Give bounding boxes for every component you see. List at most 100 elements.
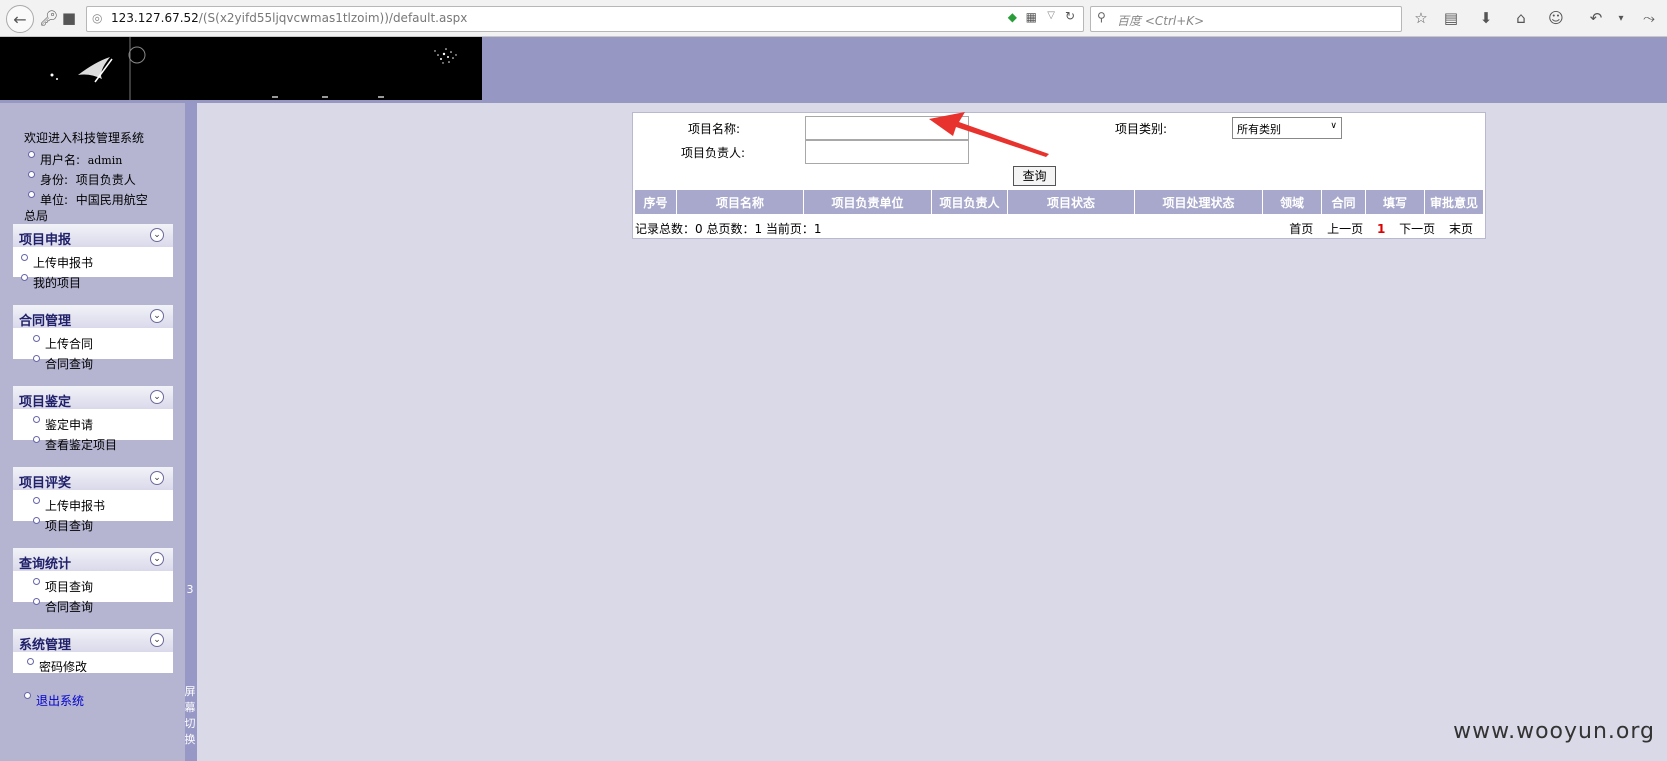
menu-box-header[interactable]: 查询统计 ⌄ [13,548,173,572]
home-icon[interactable]: ⌂ [1510,7,1532,29]
menu-item-upload-award[interactable]: 上传申报书 [33,497,105,514]
shield-icon[interactable]: ◆ [1008,10,1017,24]
unit-value: 中国民用航空 [75,193,148,207]
unit-value-cont: 总局 [24,209,49,223]
column-header: 项目处理状态 [1135,190,1263,214]
bullet-icon [28,191,35,198]
chevron-down-icon: ∨ [1330,121,1337,131]
menu-box-contract: 合同管理 ⌄ 上传合同 合同查询 [13,305,173,371]
query-button[interactable]: 查询 [1013,166,1056,186]
menu-item-upload-contract[interactable]: 上传合同 [33,335,93,352]
screen-switch-toggle[interactable]: 屏 幕 切 换 [184,684,196,748]
column-header: 项目负责单位 [804,190,932,214]
menu-box-appraisal: 项目鉴定 ⌄ 鉴定申请 查看鉴定项目 [13,386,173,452]
menu-box-project-apply: 项目申报 ⌄ 上传申报书 我的项目 [13,224,173,290]
menu-item-contract-query-2[interactable]: 合同查询 [33,598,93,615]
bullet-icon [33,598,40,605]
menu-box-header[interactable]: 项目申报 ⌄ [13,224,173,248]
menu-box-header[interactable]: 项目评奖 ⌄ [13,467,173,491]
url-host: 123.127.67.52 [111,11,199,25]
collapse-chevron-icon[interactable]: ⌄ [150,633,164,647]
unit-info: 单位: 中国民用航空 [28,191,148,208]
search-panel: 项目名称: 项目负责人: 项目类别: 所有类别 ∨ 查询 序号 项目名称 项目负… [632,112,1486,239]
watermark: www.wooyun.org [1453,719,1655,744]
first-page-link[interactable]: 首页 [1289,222,1313,236]
menu-box-header[interactable]: 系统管理 ⌄ [13,629,173,653]
qrcode-icon[interactable]: ▦ [1026,10,1037,24]
bullet-icon [33,497,40,504]
collapse-chevron-icon[interactable]: ⌄ [150,552,164,566]
current-page: 1 [1376,222,1386,236]
project-owner-label: 项目负责人: [681,146,746,160]
search-icon: ⚲ [1097,10,1106,24]
menu-box-award: 项目评奖 ⌄ 上传申报书 项目查询 [13,467,173,533]
collapse-chevron-icon[interactable]: ⌄ [150,471,164,485]
welcome-text: 欢迎进入科技管理系统 [24,131,145,145]
bullet-icon [33,416,40,423]
collapse-chevron-icon[interactable]: ⌄ [150,228,164,242]
logo-image [0,37,482,100]
menu-item-award-query[interactable]: 项目查询 [33,517,93,534]
menu-item-view-appraisal[interactable]: 查看鉴定项目 [33,436,117,453]
splitter-mark: 3 [186,583,194,596]
menu-item-change-password[interactable]: 密码修改 [27,658,87,675]
column-header: 项目名称 [677,190,804,214]
column-header: 序号 [635,190,677,214]
menu-item-upload-application[interactable]: 上传申报书 [21,254,93,271]
search-placeholder: 百度 <Ctrl+K> [1117,14,1205,28]
address-bar[interactable]: ◎ 123.127.67.52/(S(x2yifd55ljqvcwmas1tlz… [86,6,1084,32]
menu-item-appraisal-apply[interactable]: 鉴定申请 [33,416,93,433]
back-button[interactable]: ← [6,5,34,33]
bullet-icon [33,578,40,585]
bullet-icon [33,335,40,342]
url-path: /(S(x2yifd55ljqvcwmas1tlzoim))/default.a… [198,11,468,25]
key-icon[interactable]: 🔑︎ [38,7,60,29]
bullet-icon [33,517,40,524]
sidebar-splitter[interactable] [185,103,197,761]
column-header: 合同 [1322,190,1366,214]
extension-icon[interactable]: ⤳ [1638,7,1660,29]
next-page-link[interactable]: 下一页 [1399,222,1435,236]
logout-link[interactable]: 退出系统 [24,692,84,709]
menu-dropdown-icon[interactable]: ▾ [1610,7,1632,29]
annotation-arrow-icon [929,112,1049,157]
bullet-icon [27,658,34,665]
reading-list-icon[interactable]: ▤ [1440,7,1462,29]
menu-box-statistics: 查询统计 ⌄ 项目查询 合同查询 [13,548,173,614]
dropdown-icon[interactable]: ▽ [1047,10,1055,21]
bullet-icon [21,254,28,261]
record-summary: 记录总数：0 总页数：1 当前页：1 [635,222,822,236]
pagination: 首页 上一页 1 下一页 末页 [1279,220,1473,237]
bookmark-star-icon[interactable]: ☆ [1410,7,1432,29]
prev-page-link[interactable]: 上一页 [1327,222,1363,236]
project-category-label: 项目类别: [1115,122,1168,136]
search-bar[interactable]: ⚲ 百度 <Ctrl+K> [1090,6,1402,32]
reload-icon[interactable]: ↻ [1065,9,1075,23]
bullet-icon [33,436,40,443]
undo-icon[interactable]: ↶ [1585,7,1607,29]
project-name-label: 项目名称: [688,122,741,136]
menu-item-project-query[interactable]: 项目查询 [33,578,93,595]
globe-icon: ◎ [92,11,103,25]
folder-icon[interactable]: ■ [58,7,80,29]
user-info: 用户名: admin [28,151,122,168]
project-category-select[interactable]: 所有类别 ∨ [1232,117,1342,139]
bullet-icon [21,274,28,281]
bullet-icon [33,355,40,362]
menu-box-header[interactable]: 合同管理 ⌄ [13,305,173,329]
menu-item-contract-query[interactable]: 合同查询 [33,355,93,372]
collapse-chevron-icon[interactable]: ⌄ [150,309,164,323]
chat-icon[interactable]: ☺ [1545,7,1567,29]
collapse-chevron-icon[interactable]: ⌄ [150,390,164,404]
menu-box-header[interactable]: 项目鉴定 ⌄ [13,386,173,410]
username-value: admin [87,154,123,167]
download-icon[interactable]: ⬇ [1475,7,1497,29]
header-banner [0,37,1667,103]
last-page-link[interactable]: 末页 [1449,222,1473,236]
menu-item-my-projects[interactable]: 我的项目 [21,274,81,291]
column-header: 项目负责人 [932,190,1008,214]
column-header: 填写 [1366,190,1425,214]
browser-toolbar: ← 🔑︎ ■ ◎ 123.127.67.52/(S(x2yifd55ljqvcw… [0,0,1667,37]
results-table-header: 序号 项目名称 项目负责单位 项目负责人 项目状态 项目处理状态 领域 合同 填… [635,190,1483,214]
sidebar: 欢迎进入科技管理系统 用户名: admin 身份: 项目负责人 单位: 中国民用… [0,103,185,761]
